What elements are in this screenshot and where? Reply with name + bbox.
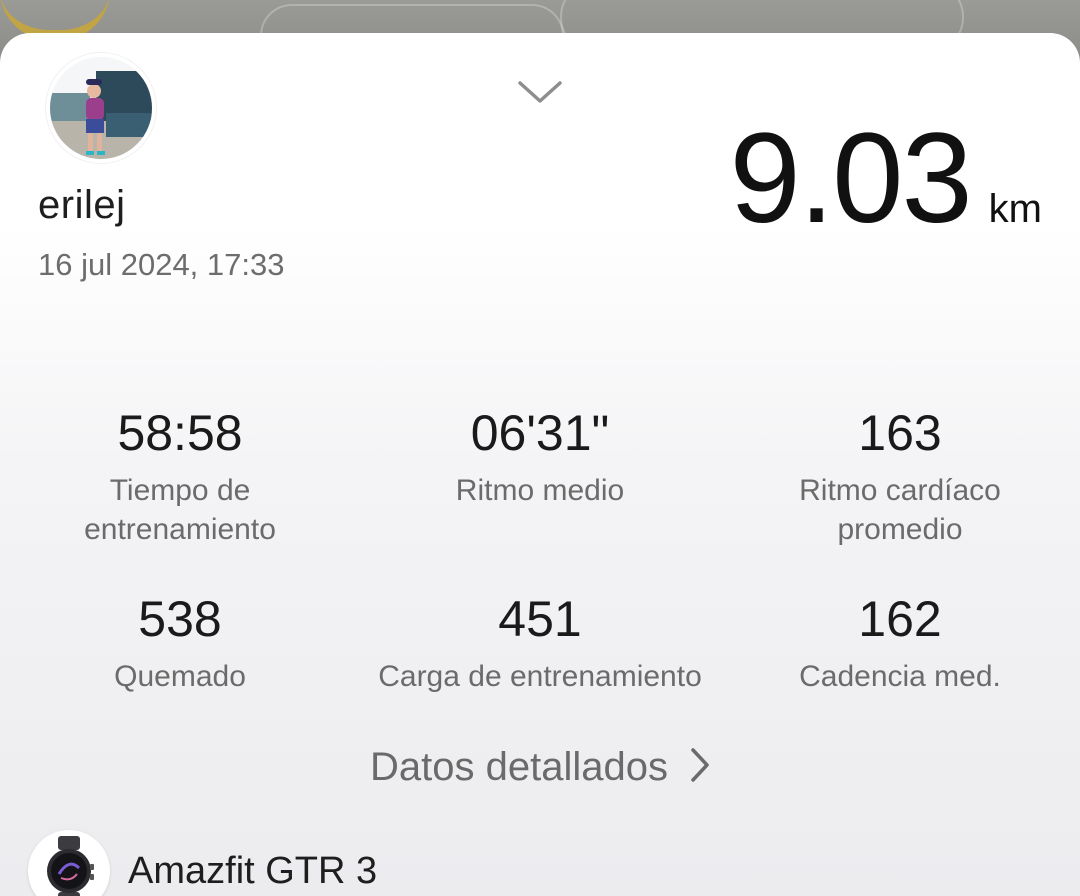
stat-value: 163 <box>858 405 942 461</box>
stat-value: 06'31" <box>470 405 610 461</box>
stat-training-load: 451 Carga de entrenamiento <box>360 591 720 696</box>
stat-value: 538 <box>138 591 222 647</box>
stat-average-heart-rate: 163 Ritmo cardíaco promedio <box>720 405 1080 549</box>
distance-unit: km <box>988 187 1042 231</box>
avatar-photo <box>46 53 156 163</box>
avatar[interactable] <box>46 53 156 163</box>
username: erilej <box>38 183 126 227</box>
stat-label: Ritmo cardíaco promedio <box>799 473 1001 546</box>
workout-datetime: 16 jul 2024, 17:33 <box>38 247 285 282</box>
stat-label: Tiempo de entrenamiento <box>84 473 276 546</box>
stat-training-time: 58:58 Tiempo de entrenamiento <box>0 405 360 549</box>
stat-label: Cadencia med. <box>799 659 1001 693</box>
stat-value: 451 <box>498 591 582 647</box>
device-name: Amazfit GTR 3 <box>128 849 378 892</box>
stat-average-cadence: 162 Cadencia med. <box>720 591 1080 696</box>
stat-label: Carga de entrenamiento <box>378 659 702 693</box>
detailed-data-link[interactable]: Datos detallados <box>0 745 1080 790</box>
stat-label: Quemado <box>114 659 246 693</box>
stat-average-pace: 06'31" Ritmo medio <box>360 405 720 510</box>
chevron-right-icon <box>691 748 709 783</box>
stat-value: 58:58 <box>117 405 243 461</box>
stat-label: Ritmo medio <box>455 473 625 507</box>
stat-calories: 538 Quemado <box>0 591 360 696</box>
chevron-down-icon[interactable] <box>517 79 563 105</box>
stat-value: 162 <box>858 591 942 647</box>
device-row[interactable]: Amazfit GTR 3 <box>28 830 377 896</box>
distance-value: 9.03 <box>729 107 973 250</box>
detailed-data-label: Datos detallados <box>370 745 668 789</box>
watch-icon <box>28 830 110 896</box>
workout-summary-sheet: erilej 16 jul 2024, 17:33 9.03 km 58:58 … <box>0 33 1080 896</box>
distance-display: 9.03 km <box>730 115 1042 243</box>
